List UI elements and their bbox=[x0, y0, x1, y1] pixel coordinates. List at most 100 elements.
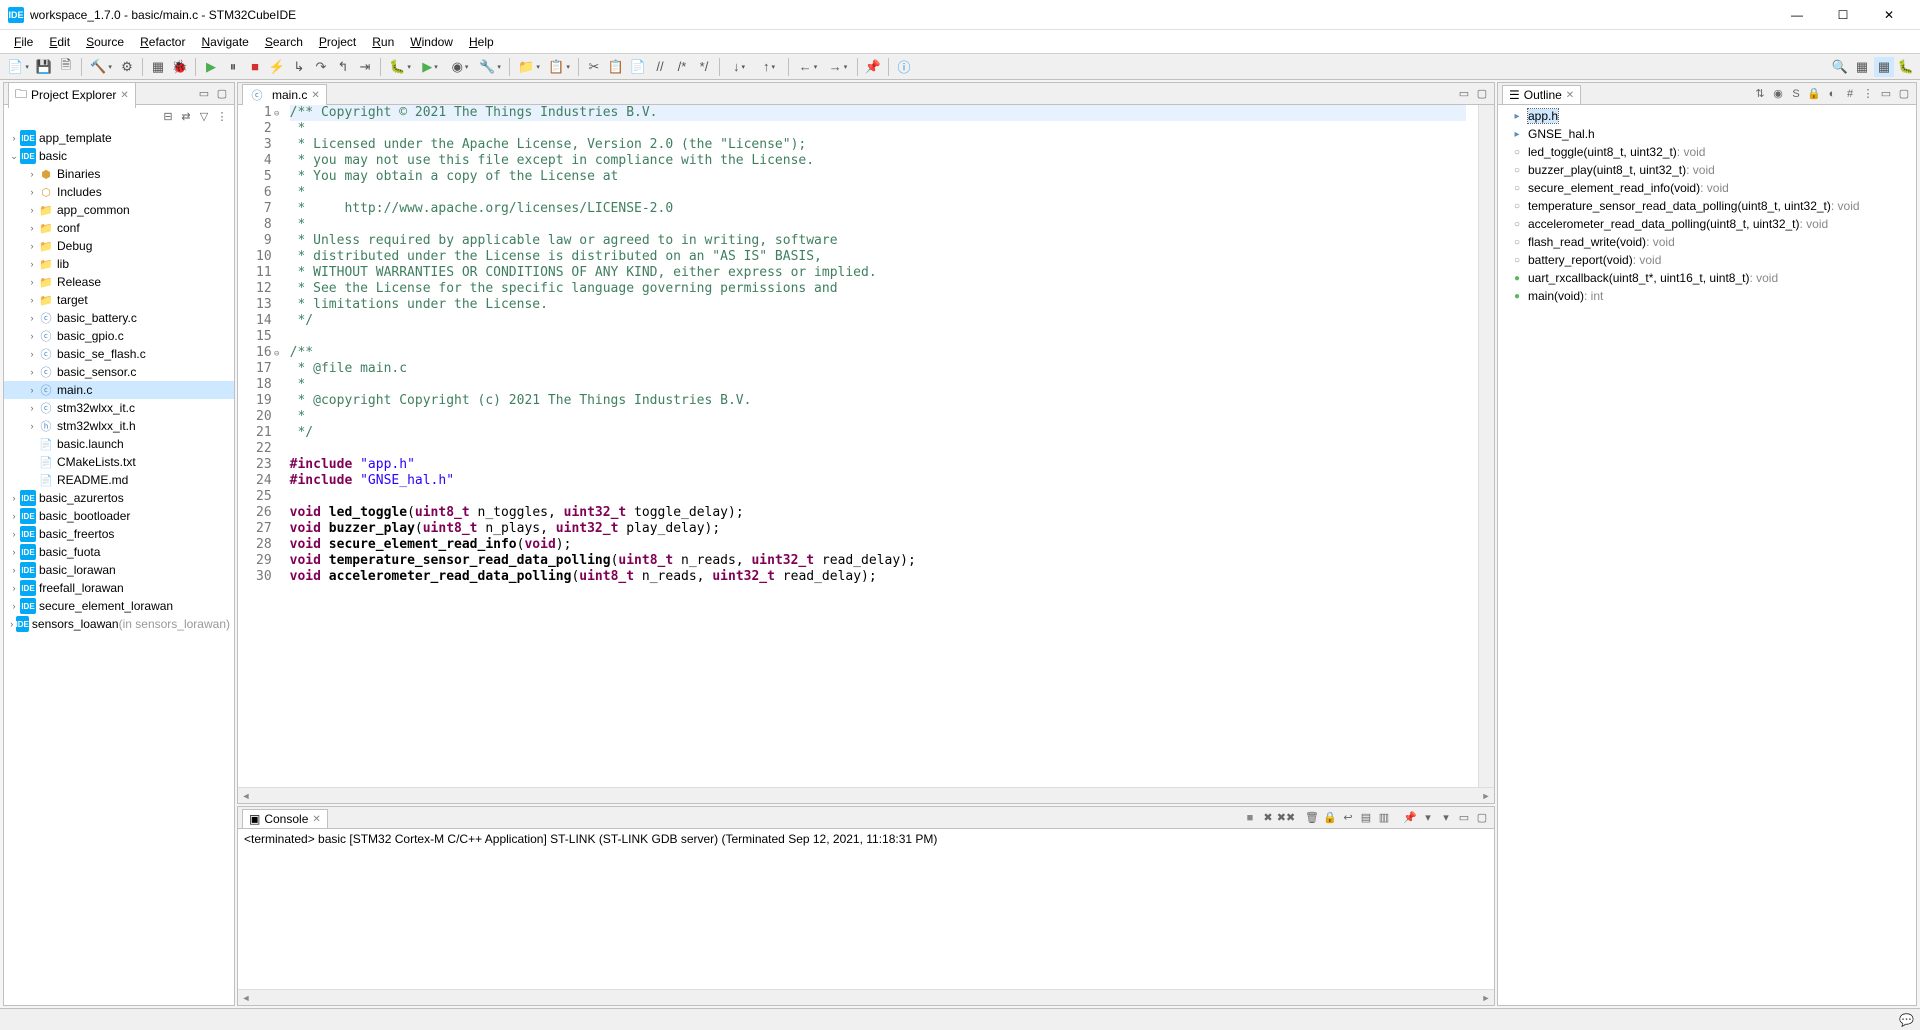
menu-project[interactable]: Project bbox=[311, 33, 364, 51]
build-all-button[interactable]: ⚙ bbox=[117, 57, 137, 77]
tree-item[interactable]: ›IDEbasic_freertos bbox=[4, 525, 234, 543]
step-into-button[interactable]: ↳ bbox=[289, 57, 309, 77]
menu-search[interactable]: Search bbox=[257, 33, 311, 51]
maximize-button[interactable]: ☐ bbox=[1820, 0, 1866, 30]
next-annotation-button[interactable]: ↓ bbox=[725, 57, 753, 77]
cut-button[interactable]: ✂ bbox=[584, 57, 604, 77]
tree-item[interactable]: ›ⓒbasic_sensor.c bbox=[4, 363, 234, 381]
tree-item[interactable]: ›📁Release bbox=[4, 273, 234, 291]
menu-navigate[interactable]: Navigate bbox=[193, 33, 256, 51]
show-when-stdout-icon[interactable]: ▤ bbox=[1358, 810, 1374, 826]
external-tools-button[interactable]: 🔧 bbox=[476, 57, 504, 77]
editor-tab-main[interactable]: ⓒ main.c ✕ bbox=[242, 84, 327, 105]
tree-item[interactable]: ›⬢Binaries bbox=[4, 165, 234, 183]
outline-item[interactable]: ▸app.h bbox=[1498, 107, 1916, 125]
tree-item[interactable]: ›IDEsecure_element_lorawan bbox=[4, 597, 234, 615]
console-tab[interactable]: ▣ Console ✕ bbox=[242, 809, 328, 828]
hide-non-public-icon[interactable]: 🔒 bbox=[1806, 86, 1822, 102]
tree-item[interactable]: ›IDEbasic_lorawan bbox=[4, 561, 234, 579]
console-hscroll[interactable]: ◄ ► bbox=[238, 989, 1494, 1005]
tree-item[interactable]: 📄CMakeLists.txt bbox=[4, 453, 234, 471]
scroll-left-icon[interactable]: ◄ bbox=[238, 993, 254, 1003]
expand-icon[interactable]: › bbox=[8, 133, 20, 143]
minimize-panel-icon[interactable]: ▭ bbox=[196, 86, 212, 102]
prev-annotation-button[interactable]: ↑ bbox=[755, 57, 783, 77]
instruction-step-button[interactable]: ⇥ bbox=[355, 57, 375, 77]
menu-window[interactable]: Window bbox=[402, 33, 461, 51]
word-wrap-icon[interactable]: ↩ bbox=[1340, 810, 1356, 826]
tree-item[interactable]: ›ⓒstm32wlxx_it.c bbox=[4, 399, 234, 417]
display-selected-icon[interactable]: ▾ bbox=[1420, 810, 1436, 826]
expand-icon[interactable]: › bbox=[26, 403, 38, 413]
editor-scrollbar[interactable] bbox=[1478, 105, 1494, 787]
line-gutter[interactable]: 1⊖2 3 4 5 6 7 8 9 10 11 12 13 14 15 16⊖1… bbox=[238, 105, 290, 787]
tree-item[interactable]: ›IDEfreefall_lorawan bbox=[4, 579, 234, 597]
copy-button[interactable]: 📋 bbox=[606, 57, 626, 77]
disconnect-button[interactable]: ⚡ bbox=[267, 57, 287, 77]
expand-icon[interactable]: › bbox=[26, 295, 38, 305]
back-button[interactable]: ← bbox=[794, 57, 822, 77]
tree-item[interactable]: ›📁app_common bbox=[4, 201, 234, 219]
expand-icon[interactable]: › bbox=[26, 205, 38, 215]
tree-item[interactable]: ›IDEbasic_azurertos bbox=[4, 489, 234, 507]
tree-item[interactable]: ›ⓒmain.c bbox=[4, 381, 234, 399]
expand-icon[interactable]: › bbox=[26, 313, 38, 323]
menu-refactor[interactable]: Refactor bbox=[132, 33, 193, 51]
tree-item[interactable]: ›📁target bbox=[4, 291, 234, 309]
expand-icon[interactable]: › bbox=[8, 529, 20, 539]
tree-item[interactable]: 📄README.md bbox=[4, 471, 234, 489]
save-all-button[interactable]: 🗎 bbox=[56, 57, 76, 77]
open-perspective[interactable]: ▦ bbox=[148, 57, 168, 77]
group-includes-icon[interactable]: # bbox=[1842, 86, 1858, 102]
maximize-panel-icon[interactable]: ▢ bbox=[214, 86, 230, 102]
remove-all-icon[interactable]: ✖✖ bbox=[1278, 810, 1294, 826]
expand-icon[interactable]: › bbox=[8, 493, 20, 503]
filter-icon[interactable]: ▽ bbox=[196, 108, 212, 124]
menu-edit[interactable]: Edit bbox=[41, 33, 78, 51]
outline-item[interactable]: ○led_toggle(uint8_t, uint32_t) : void bbox=[1498, 143, 1916, 161]
menu-run[interactable]: Run bbox=[364, 33, 402, 51]
expand-icon[interactable]: › bbox=[8, 511, 20, 521]
outline-item[interactable]: ○temperature_sensor_read_data_polling(ui… bbox=[1498, 197, 1916, 215]
search-button[interactable]: 🔍 bbox=[1830, 57, 1850, 77]
tree-item[interactable]: 📄basic.launch bbox=[4, 435, 234, 453]
scroll-right-icon[interactable]: ► bbox=[1478, 791, 1494, 801]
code-editor[interactable]: 1⊖2 3 4 5 6 7 8 9 10 11 12 13 14 15 16⊖1… bbox=[238, 105, 1494, 787]
view-menu-icon[interactable]: ⋮ bbox=[1860, 86, 1876, 102]
scroll-lock-icon[interactable]: 🔒 bbox=[1322, 810, 1338, 826]
collapse-all-icon[interactable]: ⊟ bbox=[160, 108, 176, 124]
close-icon[interactable]: ✕ bbox=[312, 814, 320, 825]
outline-item[interactable]: ▸GNSE_hal.h bbox=[1498, 125, 1916, 143]
expand-icon[interactable]: › bbox=[26, 331, 38, 341]
expand-icon[interactable]: › bbox=[26, 187, 38, 197]
expand-icon[interactable]: › bbox=[26, 241, 38, 251]
minimize-console-icon[interactable]: ▭ bbox=[1456, 810, 1472, 826]
tree-item[interactable]: ›📁lib bbox=[4, 255, 234, 273]
new-source-button[interactable]: 📁 bbox=[515, 57, 543, 77]
save-button[interactable]: 💾 bbox=[34, 57, 54, 77]
editor-hscroll[interactable]: ◄ ► bbox=[238, 787, 1494, 803]
clear-console-icon[interactable]: 🗑 bbox=[1304, 810, 1320, 826]
scroll-left-icon[interactable]: ◄ bbox=[238, 791, 254, 801]
outline-item[interactable]: ●main(void) : int bbox=[1498, 287, 1916, 305]
console-body[interactable]: <terminated> basic [STM32 Cortex-M C/C++… bbox=[238, 829, 1494, 989]
pin-console-icon[interactable]: 📌 bbox=[1402, 810, 1418, 826]
hide-static-icon[interactable]: S bbox=[1788, 86, 1804, 102]
expand-icon[interactable]: › bbox=[8, 583, 20, 593]
toggle-comment-button[interactable]: // bbox=[650, 57, 670, 77]
expand-icon[interactable]: › bbox=[26, 385, 38, 395]
expand-icon[interactable]: › bbox=[8, 565, 20, 575]
outline-item[interactable]: ○buzzer_play(uint8_t, uint32_t) : void bbox=[1498, 161, 1916, 179]
tree-item[interactable]: ›📁conf bbox=[4, 219, 234, 237]
show-when-stderr-icon[interactable]: ▥ bbox=[1376, 810, 1392, 826]
expand-icon[interactable]: › bbox=[26, 277, 38, 287]
scroll-right-icon[interactable]: ► bbox=[1478, 993, 1494, 1003]
terminate-console-icon[interactable]: ■ bbox=[1242, 810, 1258, 826]
menu-help[interactable]: Help bbox=[461, 33, 502, 51]
block-comment-button[interactable]: /* bbox=[672, 57, 692, 77]
code-area[interactable]: /** Copyright © 2021 The Things Industri… bbox=[290, 105, 1478, 787]
tree-item[interactable]: ›IDEbasic_bootloader bbox=[4, 507, 234, 525]
tree-item[interactable]: ›ⓒbasic_gpio.c bbox=[4, 327, 234, 345]
step-over-button[interactable]: ↷ bbox=[311, 57, 331, 77]
close-icon[interactable]: ✕ bbox=[1566, 90, 1574, 101]
